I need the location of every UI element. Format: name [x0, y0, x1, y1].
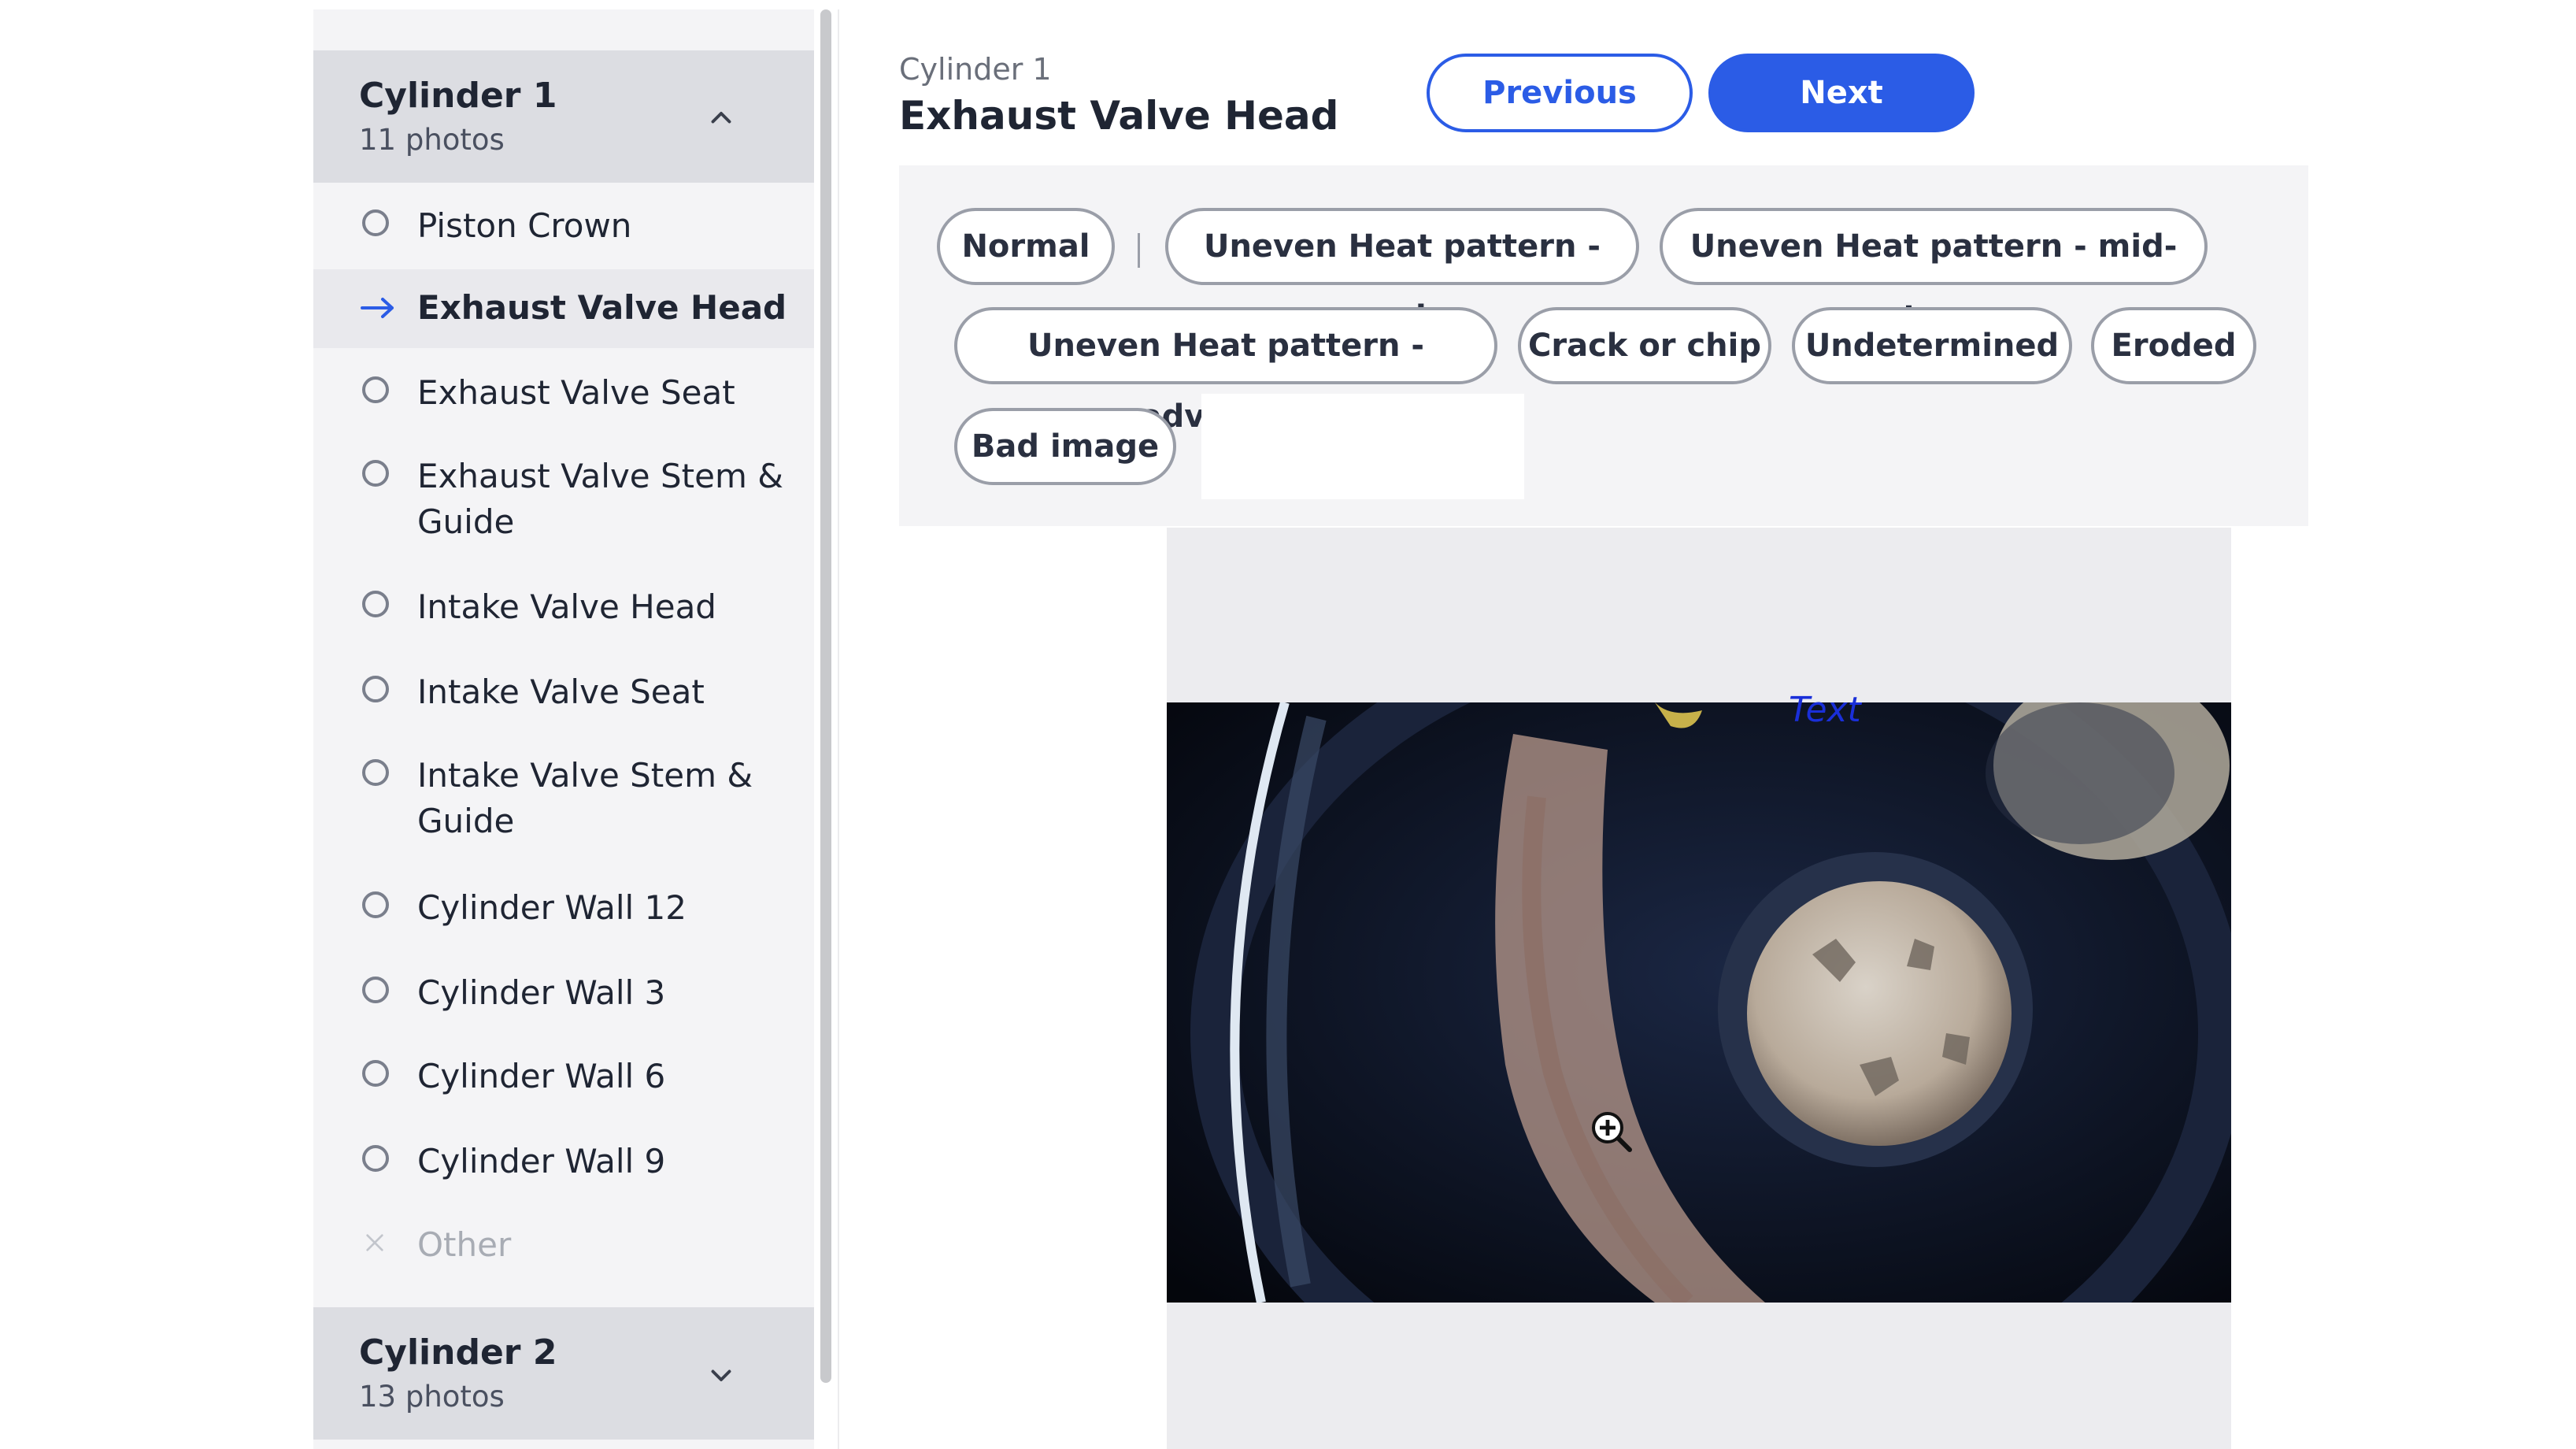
tag-bad-image[interactable]: Bad image [954, 408, 1176, 485]
sidebar-item-cylinder-wall-9[interactable]: Cylinder Wall 9 [313, 1123, 814, 1200]
circle-icon [362, 1145, 389, 1172]
tag-undetermined[interactable]: Undetermined [1792, 307, 2072, 384]
sidebar-item-label: Cylinder Wall 3 [417, 973, 666, 1012]
circle-icon [362, 676, 389, 702]
sidebar-item-cylinder-wall-6[interactable]: Cylinder Wall 6 [313, 1038, 814, 1115]
cylinder-2-header[interactable]: Cylinder 2 13 photos [313, 1307, 814, 1440]
sidebar-item-intake-valve-stem-guide[interactable]: Intake Valve Stem & Guide [313, 737, 814, 863]
sidebar-item-cylinder-wall-3[interactable]: Cylinder Wall 3 [313, 954, 814, 1032]
cylinder-photo[interactable] [1167, 702, 2231, 1303]
circle-icon [362, 1060, 389, 1087]
tag-crack-or-chip[interactable]: Crack or chip [1518, 307, 1771, 384]
chevron-up-icon[interactable] [707, 104, 735, 132]
sidebar-item-exhaust-valve-stem-guide[interactable]: Exhaust Valve Stem & Guide [313, 438, 814, 564]
circle-icon [362, 591, 389, 617]
circle-icon [362, 976, 389, 1003]
cylinder-title: Cylinder 2 [359, 1332, 557, 1373]
sidebar-item-label: Exhaust Valve Seat [417, 373, 735, 412]
sidebar-item-label: Intake Valve Head [417, 587, 716, 626]
arrow-right-icon [361, 298, 394, 318]
sidebar-item-label: Exhaust Valve Stem & Guide [417, 457, 783, 541]
tag-eroded[interactable]: Eroded [2091, 307, 2256, 384]
sidebar-scrollbar[interactable] [820, 9, 831, 1383]
cylinder-photo-count: 11 photos [359, 123, 505, 157]
tag-uneven-heat-advanced[interactable]: Uneven Heat pattern - advanced [954, 307, 1497, 435]
sidebar-item-intake-valve-head[interactable]: Intake Valve Head [313, 569, 814, 646]
cylinder-1-header[interactable]: Cylinder 1 11 photos [313, 50, 814, 183]
tag-uneven-heat-mid-stage[interactable]: Uneven Heat pattern - mid-stage [1660, 208, 2208, 335]
sidebar: Cylinder 1 11 photos Piston Crown Exhaus… [313, 9, 814, 1449]
sidebar-item-intake-valve-seat[interactable]: Intake Valve Seat [313, 654, 814, 731]
sidebar-item-label: Cylinder Wall 9 [417, 1142, 666, 1180]
overlay-text: Text [1789, 690, 1861, 730]
sidebar-item-label: Exhaust Valve Head [417, 288, 787, 327]
sidebar-item-label: Cylinder Wall 12 [417, 888, 687, 927]
divider [838, 9, 839, 1449]
sidebar-item-label: Other [417, 1225, 512, 1264]
sidebar-item-label: Piston Crown [417, 206, 632, 245]
circle-icon [362, 759, 389, 786]
next-button[interactable]: Next [1708, 54, 1975, 132]
cylinder-title: Cylinder 1 [359, 76, 557, 116]
tag-separator [1138, 233, 1140, 268]
sidebar-item-label: Intake Valve Stem & Guide [417, 756, 753, 840]
page-title: Exhaust Valve Head [899, 93, 1339, 139]
previous-button[interactable]: Previous [1427, 54, 1693, 132]
circle-icon [362, 376, 389, 403]
sidebar-item-exhaust-valve-seat[interactable]: Exhaust Valve Seat [313, 354, 814, 432]
tag-uneven-heat-early[interactable]: Uneven Heat pattern - early [1165, 208, 1639, 335]
sidebar-item-piston-crown[interactable]: Piston Crown [313, 187, 814, 265]
blank-area [1201, 394, 1524, 499]
sidebar-item-label: Cylinder Wall 6 [417, 1057, 666, 1095]
zoom-in-icon [1592, 1112, 1632, 1152]
chevron-down-icon[interactable] [707, 1361, 735, 1389]
sidebar-item-other: Other [313, 1206, 814, 1284]
cylinder-photo-count: 13 photos [359, 1380, 505, 1414]
circle-icon [362, 460, 389, 487]
sidebar-item-cylinder-wall-12[interactable]: Cylinder Wall 12 [313, 869, 814, 947]
circle-icon [362, 209, 389, 236]
breadcrumb: Cylinder 1 [899, 52, 1052, 87]
circle-icon [362, 891, 389, 918]
sidebar-item-label: Intake Valve Seat [417, 673, 705, 711]
x-icon [366, 1234, 383, 1251]
tag-normal[interactable]: Normal [937, 208, 1115, 285]
sidebar-item-exhaust-valve-head[interactable]: Exhaust Valve Head [313, 269, 814, 348]
